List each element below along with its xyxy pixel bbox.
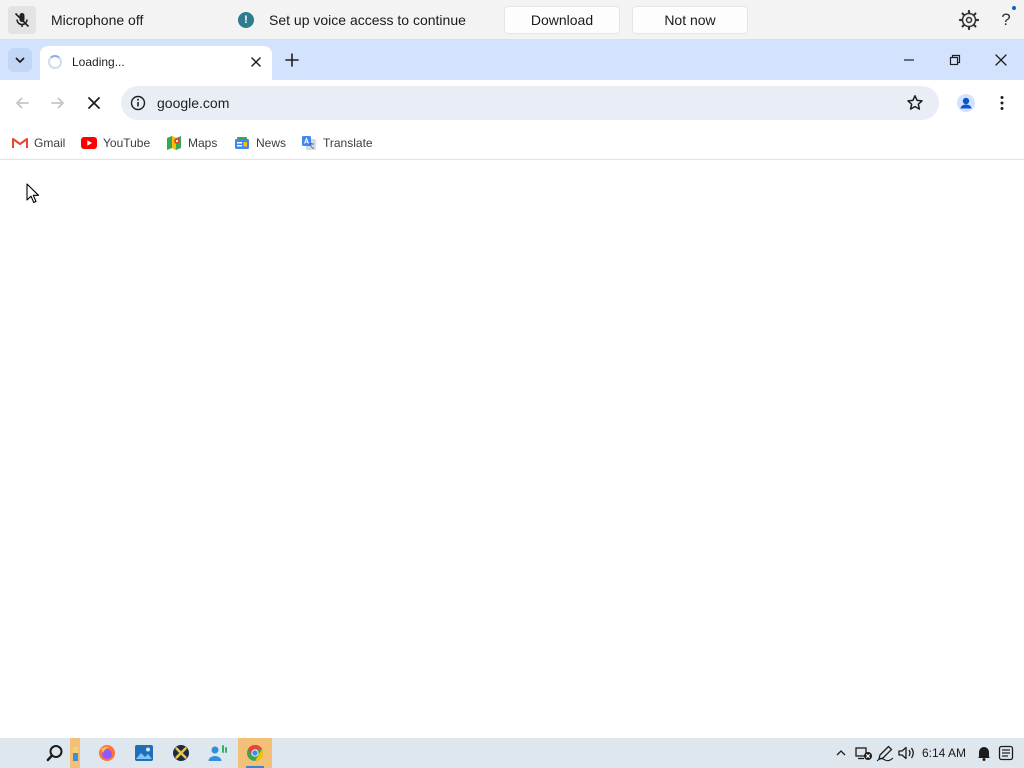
tab-strip: Loading...	[0, 40, 1024, 80]
notifications-bell[interactable]	[975, 744, 993, 762]
bookmark-youtube[interactable]: YouTube	[81, 133, 150, 153]
chevron-up-icon	[836, 750, 846, 756]
tab-title: Loading...	[72, 55, 125, 69]
page-content-area	[0, 160, 1024, 738]
gmail-icon	[12, 138, 28, 148]
translate-icon	[302, 136, 316, 150]
site-info-icon[interactable]	[130, 95, 146, 111]
pen-menu[interactable]	[876, 744, 894, 762]
taskbar-chrome[interactable]	[238, 738, 272, 768]
firefox-icon	[99, 745, 115, 761]
forward-button[interactable]	[46, 91, 70, 115]
browser-menu-button[interactable]	[990, 91, 1014, 115]
restore-button[interactable]	[943, 48, 967, 72]
bookmark-label: News	[256, 136, 287, 150]
xbox-icon	[173, 745, 189, 761]
taskbar: 6:14 AM	[0, 738, 1024, 768]
close-icon	[995, 54, 1007, 66]
bookmark-gmail[interactable]: Gmail	[12, 133, 65, 153]
taskbar-file-explorer[interactable]	[70, 738, 88, 768]
taskbar-xbox[interactable]	[164, 738, 198, 768]
youtube-icon	[81, 137, 97, 149]
bookmark-label: Translate	[323, 136, 373, 150]
voice-access-bar: Microphone off ! Set up voice access to …	[0, 0, 1024, 40]
photos-icon	[135, 745, 153, 761]
close-icon	[88, 97, 100, 109]
settings-gear-icon[interactable]	[958, 9, 980, 31]
news-icon	[235, 137, 249, 149]
search-icon	[46, 745, 63, 762]
info-icon: !	[238, 12, 254, 28]
tab-close-button[interactable]	[247, 53, 265, 71]
arrow-right-icon	[51, 97, 64, 109]
bookmark-star-icon[interactable]	[906, 94, 924, 112]
bookmark-news[interactable]: News	[234, 133, 286, 153]
voice-access-message: Set up voice access to continue	[269, 12, 466, 28]
avatar-icon	[957, 94, 975, 112]
taskbar-search[interactable]	[38, 738, 72, 768]
back-button[interactable]	[10, 91, 34, 115]
close-icon	[251, 57, 261, 67]
minimize-button[interactable]	[897, 48, 921, 72]
restore-icon	[949, 54, 961, 66]
browser-toolbar: google.com	[0, 80, 1024, 126]
bookmarks-bar: Gmail YouTube Maps News Translate	[0, 126, 1024, 160]
mouse-cursor-icon	[26, 183, 40, 204]
bookmark-label: Maps	[188, 136, 218, 150]
file-explorer-icon	[70, 738, 80, 768]
more-vertical-icon	[1000, 96, 1004, 110]
taskbar-firefox[interactable]	[90, 738, 124, 768]
network-disconnected-icon	[855, 747, 872, 760]
profile-button[interactable]	[954, 91, 978, 115]
tab-active[interactable]: Loading...	[40, 46, 272, 80]
new-tab-button[interactable]	[282, 50, 302, 70]
chrome-icon	[247, 744, 264, 762]
window-close-button[interactable]	[989, 48, 1013, 72]
system-clock[interactable]: 6:14 AM	[922, 746, 966, 760]
stop-loading-button[interactable]	[82, 91, 106, 115]
help-notification-dot	[1012, 6, 1016, 10]
show-hidden-icons-button[interactable]	[832, 744, 850, 762]
address-bar[interactable]: google.com	[121, 86, 939, 120]
bookmark-label: Gmail	[34, 136, 66, 150]
people-icon	[208, 745, 227, 761]
address-bar-url[interactable]: google.com	[157, 95, 229, 111]
minimize-icon	[904, 59, 914, 61]
bookmark-maps[interactable]: Maps	[166, 133, 217, 153]
volume-control[interactable]	[898, 744, 916, 762]
maps-icon	[167, 136, 181, 150]
chevron-down-icon	[15, 57, 25, 63]
microphone-off-icon	[14, 12, 30, 28]
notification-center[interactable]	[997, 744, 1015, 762]
bell-icon	[978, 747, 990, 761]
not-now-button[interactable]: Not now	[632, 6, 748, 34]
notification-center-icon	[998, 745, 1014, 761]
microphone-status: Microphone off	[51, 12, 144, 28]
pen-icon	[876, 745, 894, 762]
download-button[interactable]: Download	[504, 6, 620, 34]
tab-search-button[interactable]	[8, 48, 32, 72]
loading-spinner-icon	[48, 55, 62, 69]
speaker-icon	[898, 746, 914, 760]
help-icon[interactable]: ?	[996, 9, 1016, 31]
bookmark-translate[interactable]: Translate	[301, 133, 373, 153]
taskbar-people[interactable]	[201, 738, 235, 768]
arrow-left-icon	[16, 97, 29, 109]
network-status[interactable]	[855, 744, 873, 762]
plus-icon	[285, 53, 299, 67]
taskbar-photos[interactable]	[127, 738, 161, 768]
microphone-toggle-button[interactable]	[8, 6, 36, 34]
bookmark-label: YouTube	[103, 136, 151, 150]
